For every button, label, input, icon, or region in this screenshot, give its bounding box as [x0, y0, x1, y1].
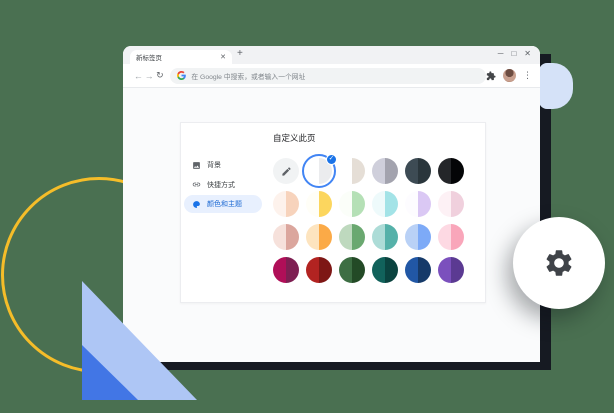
theme-color-swatch[interactable]: [306, 224, 332, 250]
back-icon[interactable]: ←: [133, 71, 144, 81]
theme-color-swatch[interactable]: [438, 191, 464, 217]
palette-icon: [192, 200, 201, 209]
tab-new-tab-page[interactable]: 新标签页 ✕: [130, 50, 232, 64]
theme-color-swatch[interactable]: [405, 158, 431, 184]
theme-color-swatch[interactable]: [438, 158, 464, 184]
minimize-icon[interactable]: ─: [498, 49, 504, 59]
image-icon: [192, 161, 201, 170]
theme-color-swatch[interactable]: [372, 257, 398, 283]
theme-color-swatch[interactable]: [339, 158, 365, 184]
theme-color-swatch[interactable]: [405, 191, 431, 217]
avatar[interactable]: [503, 69, 516, 82]
sidebar-item-label: 颜色和主题: [207, 199, 242, 209]
theme-color-swatch[interactable]: [339, 191, 365, 217]
stage: 新标签页 ✕ + ─ □ ✕ ← → ↻ 在 Google 中搜索，或: [0, 0, 614, 413]
theme-color-swatch[interactable]: [372, 191, 398, 217]
theme-color-swatch[interactable]: [405, 257, 431, 283]
tab-bar: 新标签页 ✕ + ─ □ ✕: [123, 46, 540, 64]
browser-menu-icon[interactable]: ⋮: [523, 70, 532, 81]
theme-color-swatch[interactable]: [438, 257, 464, 283]
google-logo-icon: [177, 71, 186, 80]
decor-triangle: [82, 281, 197, 400]
card-title: 自定义此页: [273, 132, 316, 144]
link-icon: [192, 180, 201, 189]
tab-title: 新标签页: [136, 52, 220, 62]
theme-color-swatch[interactable]: [273, 224, 299, 250]
decor-blue-rounded-shape: [539, 63, 573, 109]
window-close-icon[interactable]: ✕: [524, 49, 531, 59]
sidebar-item-background[interactable]: 背景: [184, 156, 262, 174]
theme-color-swatch[interactable]: [273, 257, 299, 283]
tab-close-icon[interactable]: ✕: [220, 54, 226, 61]
maximize-icon[interactable]: □: [511, 49, 516, 59]
theme-color-swatch[interactable]: ✓: [306, 158, 332, 184]
gear-icon: [543, 247, 575, 279]
toolbar-right: ⋮: [486, 69, 532, 82]
theme-color-swatch[interactable]: [306, 191, 332, 217]
sidebar-item-label: 背景: [207, 160, 221, 170]
theme-color-swatch[interactable]: [273, 191, 299, 217]
settings-fab[interactable]: [513, 217, 605, 309]
theme-color-swatch[interactable]: [372, 224, 398, 250]
sidebar: 背景 快捷方式 颜色和主题: [184, 156, 262, 215]
theme-color-swatch[interactable]: [438, 224, 464, 250]
new-tab-icon[interactable]: +: [237, 48, 243, 59]
sidebar-item-label: 快捷方式: [207, 180, 235, 190]
window-controls: ─ □ ✕: [498, 49, 531, 59]
address-bar[interactable]: 在 Google 中搜索，或者输入一个网址: [170, 68, 486, 84]
toolbar: ← → ↻ 在 Google 中搜索，或者输入一个网址 ⋮: [123, 64, 540, 88]
selected-check-badge: ✓: [326, 154, 337, 165]
pencil-icon: [281, 166, 292, 177]
custom-color-picker-swatch[interactable]: [273, 158, 299, 184]
extensions-icon[interactable]: [486, 71, 496, 81]
sidebar-item-shortcuts[interactable]: 快捷方式: [184, 176, 262, 194]
theme-color-swatch[interactable]: [306, 257, 332, 283]
theme-color-swatch[interactable]: [405, 224, 431, 250]
address-bar-text: 在 Google 中搜索，或者输入一个网址: [191, 71, 305, 81]
customize-page-card: 自定义此页 背景 快捷方式: [180, 122, 486, 303]
sidebar-item-colors-theme[interactable]: 颜色和主题: [184, 195, 262, 213]
theme-color-swatch[interactable]: [339, 224, 365, 250]
reload-icon[interactable]: ↻: [155, 70, 166, 81]
forward-icon[interactable]: →: [144, 71, 155, 81]
swatch-grid: ✓: [273, 158, 464, 283]
theme-color-swatch[interactable]: [372, 158, 398, 184]
theme-color-swatch[interactable]: [339, 257, 365, 283]
